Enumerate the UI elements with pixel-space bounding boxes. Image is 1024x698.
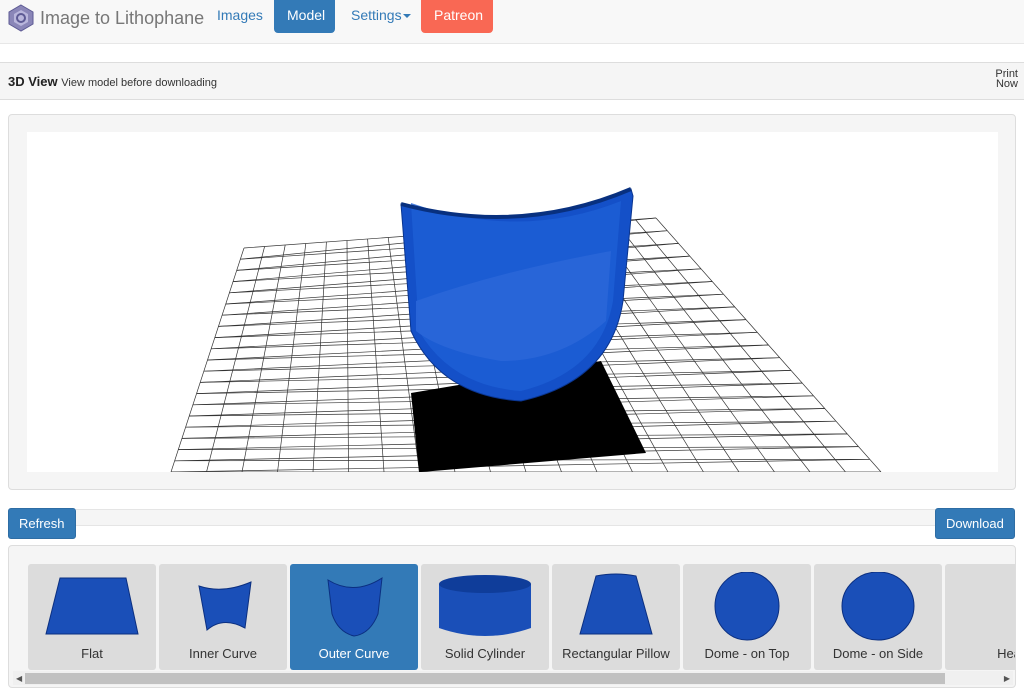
nav-images[interactable]: Images (204, 0, 276, 33)
shape-option-solid-cylinder[interactable]: Solid Cylinder (421, 564, 549, 670)
shape-preview-icon (959, 572, 1016, 642)
brand-title: Image to Lithophane (40, 7, 205, 28)
shape-preview-icon (327, 577, 383, 637)
logo-icon (8, 4, 34, 32)
shape-option-flat[interactable]: Flat (28, 564, 156, 670)
caret-down-icon (402, 14, 411, 19)
refresh-button[interactable]: Refresh (8, 508, 76, 539)
shape-option-inner-curve[interactable]: Inner Curve (159, 564, 287, 670)
shape-label: Outer Curve (318, 646, 390, 661)
shape-preview-icon (198, 581, 252, 631)
panel-title: 3D View (8, 74, 58, 89)
shape-preview-icon (841, 572, 915, 641)
shape-option-outer-curve[interactable]: Outer Curve (290, 564, 418, 670)
panel-heading: 3D View View model before downloading Pr… (0, 62, 1024, 100)
print-now-link[interactable]: Print Now (995, 69, 1018, 90)
nav-settings-label: Settings (351, 7, 402, 23)
download-button[interactable]: Download (935, 508, 1015, 539)
shape-label: Solid Cylinder (444, 646, 526, 661)
shape-label: Flat (81, 646, 103, 661)
shape-option-hea[interactable]: Hea (945, 564, 1016, 670)
now-label: Now (995, 78, 1018, 90)
toolbar-track (76, 509, 936, 526)
shape-label: Rectangular Pillow (562, 646, 670, 661)
brand-link[interactable]: Image to Lithophane (8, 4, 204, 32)
shape-option-rectangular-pillow[interactable]: Rectangular Pillow (552, 564, 680, 670)
nav-model[interactable]: Model (274, 0, 335, 33)
3d-canvas[interactable] (27, 132, 998, 472)
shape-label: Dome - on Top (704, 646, 790, 661)
shape-label: Inner Curve (189, 646, 257, 661)
shape-preview-icon (579, 573, 653, 635)
horizontal-scrollbar[interactable]: ◀ ▶ (13, 671, 1013, 685)
shape-label: Hea (997, 646, 1015, 661)
navbar: Image to Lithophane Images Model Setting… (0, 0, 1024, 44)
scrollbar-thumb[interactable] (25, 673, 945, 684)
nav-settings-dropdown[interactable]: Settings (338, 0, 424, 33)
shape-label: Dome - on Side (832, 646, 924, 661)
scroll-right-icon[interactable]: ▶ (1004, 674, 1010, 683)
shape-preview-icon (714, 572, 780, 641)
3d-viewer-panel (8, 114, 1016, 490)
scroll-left-icon[interactable]: ◀ (16, 674, 22, 683)
shape-option-dome-on-side[interactable]: Dome - on Side (814, 564, 942, 670)
shape-selector: Flat Inner Curve Outer Curve Solid Cylinder… (8, 545, 1016, 688)
panel-subtitle: View model before downloading (61, 77, 217, 89)
shape-option-dome-on-top[interactable]: Dome - on Top (683, 564, 811, 670)
nav-patreon[interactable]: Patreon (421, 0, 493, 33)
shape-preview-icon (45, 577, 139, 635)
shape-preview-icon (439, 575, 531, 636)
